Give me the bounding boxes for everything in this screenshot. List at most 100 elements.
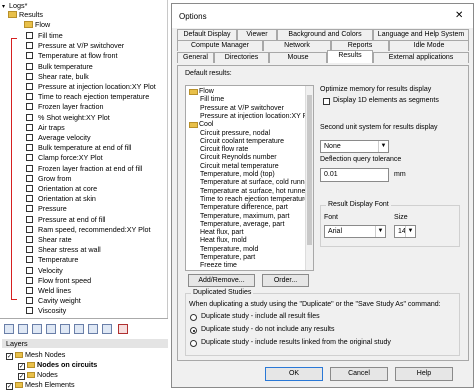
result-checkbox[interactable]	[26, 73, 33, 80]
duplicate-option-radio[interactable]	[190, 327, 197, 334]
tree-result-item[interactable]: Grow from	[26, 174, 72, 183]
result-checkbox[interactable]	[26, 307, 33, 314]
layer-tool-icon[interactable]	[32, 324, 42, 334]
tree-result-item[interactable]: Pressure	[26, 204, 67, 213]
tree-result-item[interactable]: % Shot weight:XY Plot	[26, 113, 110, 122]
result-list-item[interactable]: Circuit flow rate	[200, 146, 248, 154]
tree-result-item[interactable]: Shear rate	[26, 235, 72, 244]
tree-result-item[interactable]: Frozen layer fraction at end of fill	[26, 164, 142, 173]
checkbox-checked-icon[interactable]: ✓	[6, 353, 13, 360]
layer-tool-icon[interactable]	[88, 324, 98, 334]
order-button[interactable]: Order...	[262, 274, 309, 287]
tab[interactable]: Default Display	[177, 29, 237, 40]
tree-result-item[interactable]: Flow front speed	[26, 276, 91, 285]
delete-layer-icon[interactable]	[118, 324, 128, 334]
tree-result-item[interactable]: Temperature at flow front	[26, 51, 118, 60]
result-list-item[interactable]: Fill time	[200, 96, 224, 104]
tree-result-item[interactable]: Bulk temperature	[26, 62, 93, 71]
layer-tool-icon[interactable]	[60, 324, 70, 334]
result-group-label[interactable]: Cool	[199, 121, 213, 129]
result-list-item[interactable]: Circuit coolant temperature	[200, 138, 284, 146]
tab[interactable]: Viewer	[237, 29, 277, 40]
result-checkbox[interactable]	[26, 42, 33, 49]
scrollbar-thumb[interactable]	[307, 95, 312, 245]
list-scrollbar[interactable]	[305, 86, 313, 270]
result-list-item[interactable]: Pressure at V/P switchover	[200, 105, 284, 113]
result-list-item[interactable]: Temperature difference, part	[200, 204, 288, 212]
result-checkbox[interactable]	[26, 205, 33, 212]
layer-item[interactable]: ✓ Mesh Nodes	[6, 350, 65, 359]
help-button[interactable]: Help	[395, 367, 453, 381]
tab[interactable]: Idle Mode	[389, 40, 469, 51]
cancel-button[interactable]: Cancel	[330, 367, 388, 381]
result-checkbox[interactable]	[26, 195, 33, 202]
result-group-label[interactable]: Flow	[199, 88, 214, 96]
result-list-item[interactable]: Temperature, average, part	[200, 221, 284, 229]
tab[interactable]: External applications	[373, 52, 469, 63]
layer-tool-icon[interactable]	[102, 324, 112, 334]
tree-result-item[interactable]: Bulk temperature at end of fill	[26, 143, 132, 152]
tree-result-item[interactable]: Air traps	[26, 123, 65, 132]
tree-result-item[interactable]: Weld lines	[26, 286, 71, 295]
tree-result-item[interactable]: Pressure at injection location:XY Plot	[26, 82, 156, 91]
result-list-item[interactable]: Temperature, maximum, part	[200, 213, 289, 221]
result-checkbox[interactable]	[26, 287, 33, 294]
tree-result-item[interactable]: Orientation at skin	[26, 194, 96, 203]
tree-result-item[interactable]: Ram speed, recommended:XY Plot	[26, 225, 151, 234]
tab[interactable]: Results	[327, 50, 373, 63]
result-list-item[interactable]: Circuit pressure, nodal	[200, 130, 270, 138]
result-checkbox[interactable]	[26, 185, 33, 192]
result-checkbox[interactable]	[26, 226, 33, 233]
result-checkbox[interactable]	[26, 175, 33, 182]
result-checkbox[interactable]	[26, 246, 33, 253]
tab[interactable]: Mouse	[269, 52, 327, 63]
tree-result-item[interactable]: Time to reach ejection temperature	[26, 92, 149, 101]
tab[interactable]: General	[177, 52, 214, 63]
result-checkbox[interactable]	[26, 114, 33, 121]
result-list-item[interactable]: Heat flux, part	[200, 229, 244, 237]
duplicate-option-radio[interactable]	[190, 314, 197, 321]
layer-item[interactable]: ✓ Nodes on circuits	[18, 360, 97, 369]
result-list-item[interactable]: Time to reach ejection temperature	[200, 196, 308, 204]
deflection-input[interactable]: 0.01	[320, 168, 389, 182]
checkbox-checked-icon[interactable]: ✓	[6, 383, 13, 390]
tree-result-item[interactable]: Frozen layer fraction	[26, 102, 104, 111]
result-checkbox[interactable]	[26, 124, 33, 131]
tab[interactable]: Language and Help System	[373, 29, 469, 40]
result-checkbox[interactable]	[26, 165, 33, 172]
result-list-item[interactable]: Circuit Reynolds number	[200, 154, 277, 162]
tab[interactable]: Compute Manager	[177, 40, 263, 51]
tree-result-item[interactable]: Orientation at core	[26, 184, 97, 193]
tree-result-item[interactable]: Average velocity	[26, 133, 91, 142]
tree-root[interactable]: ▾Logs*	[2, 1, 27, 10]
tree-results-node[interactable]: Results	[8, 10, 43, 19]
result-checkbox[interactable]	[26, 277, 33, 284]
tree-result-item[interactable]: Pressure at end of fill	[26, 215, 106, 224]
layer-tool-icon[interactable]	[46, 324, 56, 334]
result-list-item[interactable]: Circuit metal temperature	[200, 163, 279, 171]
result-list-item[interactable]: Temperature, mold	[200, 246, 258, 254]
tab[interactable]: Background and Colors	[277, 29, 373, 40]
layer-tool-icon[interactable]	[18, 324, 28, 334]
layer-tool-icon[interactable]	[4, 324, 14, 334]
default-results-list[interactable]: FlowFill timePressure at V/P switchoverP…	[185, 85, 314, 271]
checkbox-checked-icon[interactable]: ✓	[18, 373, 25, 380]
second-unit-select[interactable]: None▼	[320, 140, 389, 153]
result-checkbox[interactable]	[26, 297, 33, 304]
font-select[interactable]: Arial▼	[324, 225, 386, 238]
result-checkbox[interactable]	[26, 256, 33, 263]
tree-result-item[interactable]: Fill time	[26, 31, 63, 40]
result-checkbox[interactable]	[26, 93, 33, 100]
result-checkbox[interactable]	[26, 216, 33, 223]
result-list-item[interactable]: Heat flux, mold	[200, 237, 247, 245]
result-checkbox[interactable]	[26, 144, 33, 151]
layer-item[interactable]: ✓ Nodes	[18, 370, 58, 379]
tree-result-item[interactable]: Temperature	[26, 255, 78, 264]
result-checkbox[interactable]	[26, 63, 33, 70]
tree-result-item[interactable]: Clamp force:XY Plot	[26, 153, 103, 162]
size-select[interactable]: 14▼	[394, 225, 416, 238]
tree-result-item[interactable]: Viscosity	[26, 306, 66, 315]
result-list-item[interactable]: Temperature, part	[200, 254, 255, 262]
ok-button[interactable]: OK	[265, 367, 323, 381]
result-list-item[interactable]: Freeze time	[200, 262, 237, 270]
